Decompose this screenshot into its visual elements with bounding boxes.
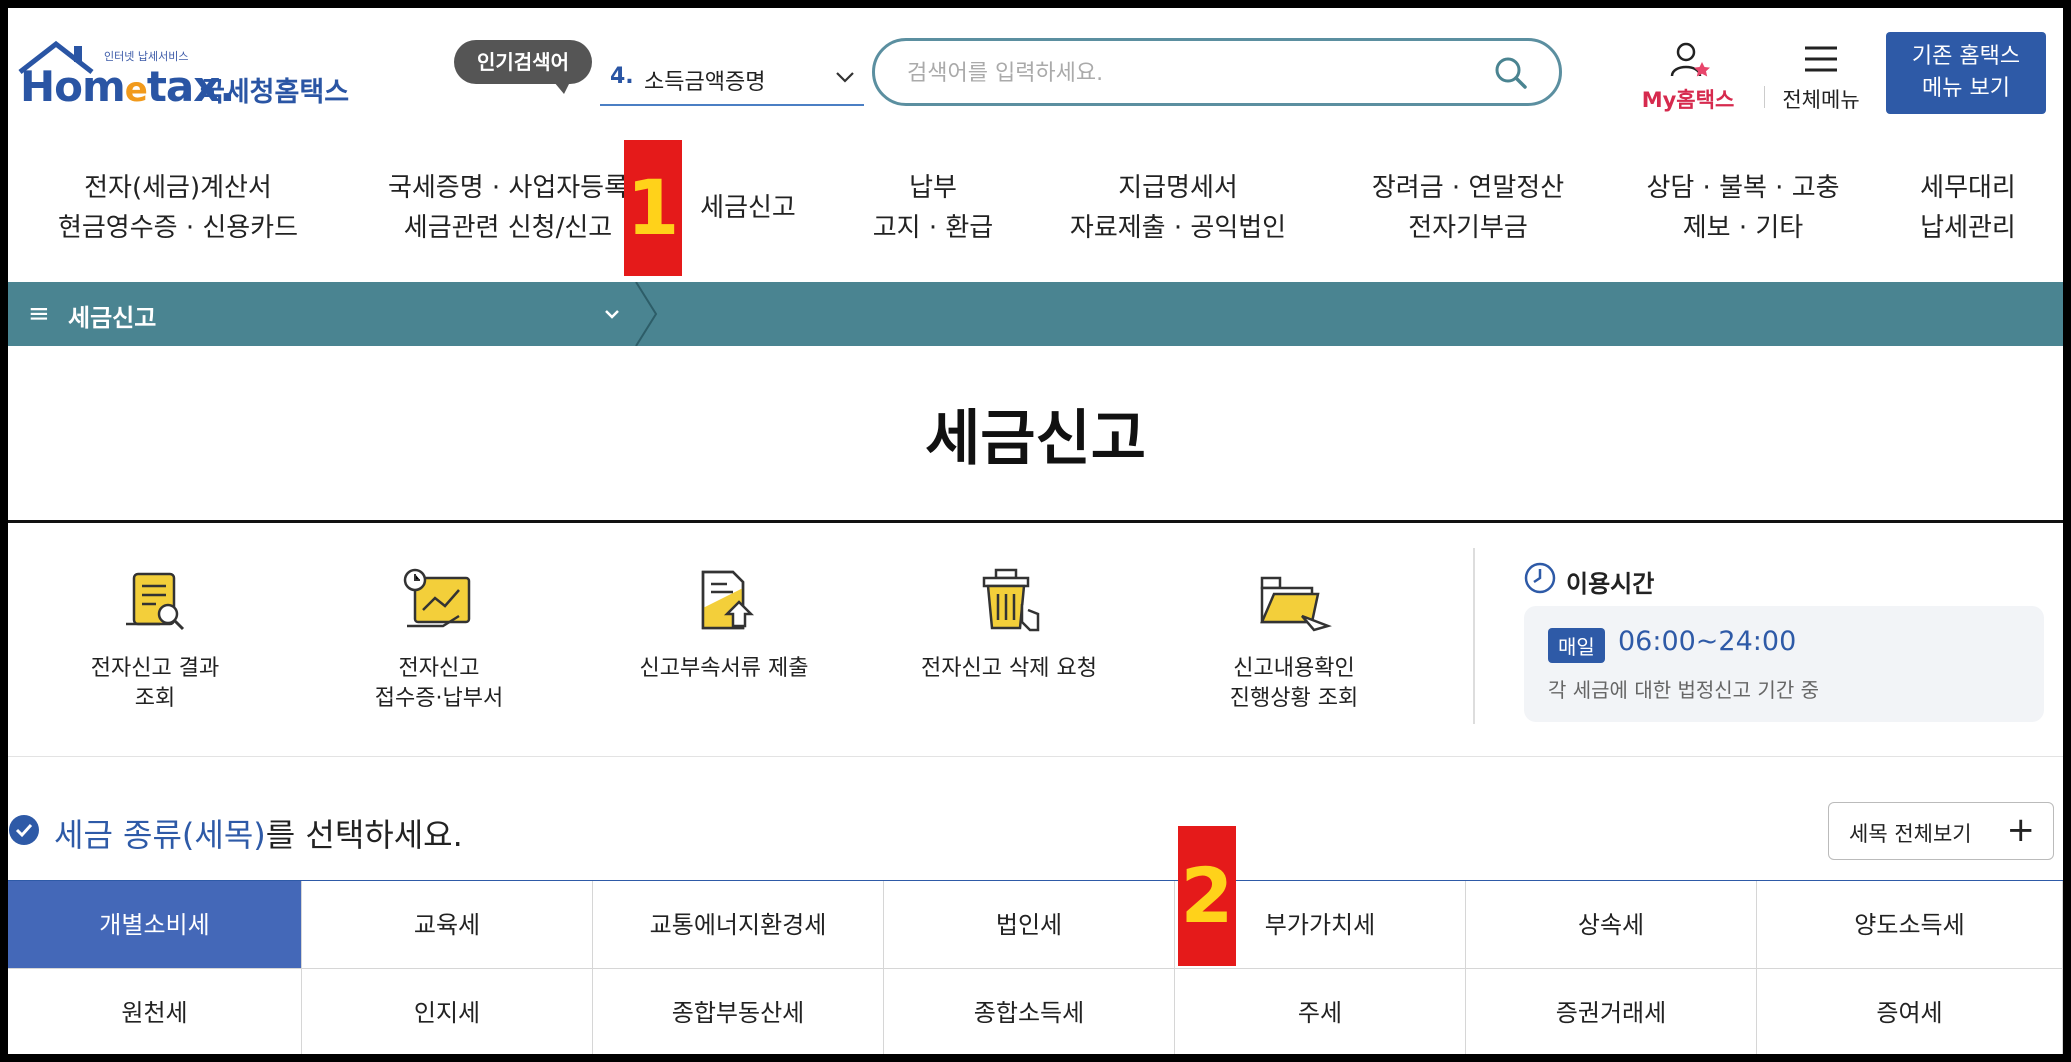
service-label: 전자신고 접수증·납부서: [374, 656, 504, 711]
nav-label: 납세관리: [1920, 213, 2016, 243]
clock-icon: [1524, 562, 1556, 594]
tax-type-liquor[interactable]: 주세: [1175, 969, 1466, 1054]
trash-click-icon: [982, 568, 1040, 632]
tax-type-education[interactable]: 교육세: [302, 881, 593, 969]
service-attachment-submit[interactable]: 신고부속서류 제출: [604, 568, 844, 684]
chart-hand-clock-icon: [403, 568, 471, 628]
nav-label: 국세증명 · 사업자등록: [387, 173, 629, 203]
chevron-down-icon[interactable]: [602, 304, 622, 324]
breadcrumb-menu-icon[interactable]: ≡: [28, 299, 50, 329]
service-label: 신고내용확인 진행상황 조회: [1229, 656, 1359, 711]
usage-hours: 06:00~24:00: [1618, 626, 1797, 657]
plus-icon: +: [2006, 810, 2036, 850]
nav-consultation[interactable]: 상담 · 불복 · 고충제보 · 기타: [1618, 168, 1868, 248]
nav-label: 세무대리: [1920, 173, 2016, 203]
nav-payment-statements[interactable]: 지급명세서자료제출 · 공익법인: [1058, 168, 1298, 248]
search-icon[interactable]: [1493, 55, 1529, 91]
hometax-page: 인터넷 납세서비스 Hometax. 국세청홈택스 인기검색어 4. 소득금액증…: [8, 8, 2063, 1054]
annotation-marker-2: 2: [1178, 826, 1236, 966]
popular-search-rank: 4.: [610, 64, 634, 89]
view-all-tax-types-button[interactable]: 세목 전체보기 +: [1828, 802, 2054, 860]
nav-label: 세금관련 신청/신고: [403, 213, 613, 243]
hamburger-menu-icon: [1805, 46, 1837, 72]
scroll-search-icon: [126, 572, 185, 631]
service-filing-status[interactable]: 신고내용확인 진행상황 조회: [1174, 568, 1414, 714]
nav-label: 납부: [909, 173, 957, 203]
tax-type-comprehensive-real-estate[interactable]: 종합부동산세: [593, 969, 884, 1054]
nav-label: 상담 · 불복 · 고충: [1646, 173, 1840, 203]
tax-type-stamp[interactable]: 인지세: [302, 969, 593, 1054]
usage-time-title: 이용시간: [1566, 570, 1655, 598]
search-input[interactable]: [905, 54, 1469, 92]
nav-tax-filing[interactable]: 세금신고: [688, 188, 808, 228]
tax-type-corporate[interactable]: 법인세: [884, 881, 1175, 969]
tax-type-individual-consumption[interactable]: 개별소비세: [8, 881, 302, 969]
nav-label: 자료제출 · 공익법인: [1069, 213, 1287, 243]
daily-badge: 매일: [1548, 628, 1605, 663]
breadcrumb-separator-icon: [635, 282, 658, 346]
section-divider: [8, 756, 2063, 757]
title-divider: [8, 520, 2063, 523]
nav-label: 지급명세서: [1118, 173, 1238, 203]
tax-type-grid: 개별소비세 교육세 교통에너지환경세 법인세 부가가치세 상속세 양도소득세 원…: [8, 880, 2063, 1054]
my-hometax-label: My홈택스: [1641, 88, 1735, 112]
my-hometax-button[interactable]: My홈택스: [1628, 36, 1748, 116]
usage-time-box: 매일 06:00~24:00 각 세금에 대한 법정신고 기간 중: [1524, 606, 2044, 722]
tax-type-withholding[interactable]: 원천세: [8, 969, 302, 1054]
annotation-marker-1: 1: [624, 140, 682, 276]
logo-korean-name: 국세청홈택스: [200, 77, 350, 108]
service-efiling-result[interactable]: 전자신고 결과 조회: [35, 568, 275, 714]
nav-label: 현금영수증 · 신용카드: [57, 213, 299, 243]
search-bar: [872, 38, 1562, 106]
popular-search-dropdown[interactable]: 4. 소득금액증명: [600, 56, 864, 106]
nav-label: 제보 · 기타: [1682, 213, 1804, 243]
tax-type-global-income[interactable]: 종합소득세: [884, 969, 1175, 1054]
popular-search-badge: 인기검색어: [454, 40, 592, 94]
breadcrumb-current[interactable]: 세금신고: [68, 298, 156, 333]
nav-label: 세금신고: [700, 193, 796, 223]
nav-label: 장려금 · 연말정산: [1371, 173, 1565, 203]
service-label: 전자신고 결과 조회: [90, 656, 220, 711]
service-efiling-receipt[interactable]: 전자신고 접수증·납부서: [319, 568, 559, 714]
user-star-icon: [1670, 42, 1710, 77]
document-upload-icon: [701, 570, 755, 630]
folder-send-icon: [1260, 576, 1332, 632]
nav-label: 고지 · 환급: [872, 213, 994, 243]
view-all-label: 세목 전체보기: [1849, 822, 1972, 846]
usage-time-header: 이용시간: [1524, 562, 1654, 598]
tax-type-gift[interactable]: 증여세: [1757, 969, 2063, 1054]
check-circle-icon: [9, 815, 39, 845]
hometax-logo[interactable]: 인터넷 납세서비스 Hometax. 국세청홈택스: [12, 32, 352, 122]
tax-select-title: 세금 종류(세목)를 선택하세요.: [54, 816, 463, 854]
services-divider: [1473, 548, 1475, 724]
breadcrumb-bar: ≡ 세금신고: [8, 282, 2063, 346]
tax-type-inheritance[interactable]: 상속세: [1466, 881, 1757, 969]
nav-incentives[interactable]: 장려금 · 연말정산전자기부금: [1348, 168, 1588, 248]
old-hometax-label-line2: 메뉴 보기: [1922, 76, 2010, 101]
service-label: 신고부속서류 제출: [639, 656, 809, 681]
service-label: 전자신고 삭제 요청: [921, 656, 1097, 681]
old-hometax-label-line1: 기존 홈택스: [1911, 44, 2021, 69]
nav-certificates[interactable]: 국세증명 · 사업자등록세금관련 신청/신고: [358, 168, 658, 248]
chevron-down-icon: [836, 72, 854, 83]
all-menu-label: 전체메뉴: [1782, 88, 1860, 112]
tax-type-capital-gains[interactable]: 양도소득세: [1757, 881, 2063, 969]
usage-note: 각 세금에 대한 법정신고 기간 중: [1548, 678, 1819, 702]
service-efiling-delete[interactable]: 전자신고 삭제 요청: [889, 568, 1129, 684]
tax-type-securities-transaction[interactable]: 증권거래세: [1466, 969, 1757, 1054]
tax-type-transport-energy[interactable]: 교통에너지환경세: [593, 881, 884, 969]
popular-search-term: 소득금액증명: [644, 70, 766, 95]
nav-label: 전자기부금: [1408, 213, 1528, 243]
all-menu-button[interactable]: 전체메뉴: [1766, 36, 1876, 116]
nav-payment[interactable]: 납부고지 · 환급: [848, 168, 1018, 248]
old-hometax-menu-button[interactable]: 기존 홈택스 메뉴 보기: [1886, 32, 2046, 114]
page-title: 세금신고: [925, 404, 1146, 474]
nav-tax-agent[interactable]: 세무대리납세관리: [1898, 168, 2038, 248]
nav-label: 전자(세금)계산서: [84, 173, 272, 203]
nav-e-invoice[interactable]: 전자(세금)계산서현금영수증 · 신용카드: [28, 168, 328, 248]
header-divider: [1764, 86, 1765, 108]
